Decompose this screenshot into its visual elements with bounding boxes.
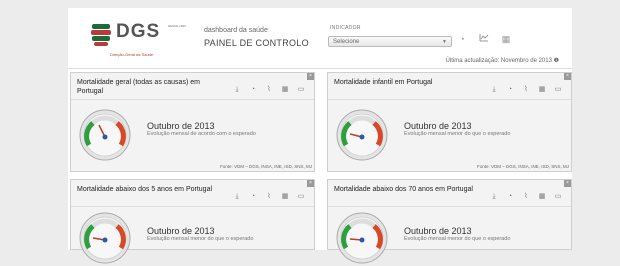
indicator-label: INDICADOR (330, 25, 361, 31)
comment-icon[interactable]: ▭ (552, 85, 564, 93)
divider (328, 206, 571, 207)
gauge-icon (334, 210, 390, 266)
divider (328, 99, 571, 100)
panel-mortalidade-geral: Mortalidade geral (todas as causas) em P… (70, 72, 315, 172)
panel-title: Mortalidade abaixo dos 5 anos em Portuga… (77, 186, 213, 193)
line-chart-icon[interactable]: ⌇ (520, 85, 532, 93)
panel-description: Evolução mensal menor do que o esperado (404, 236, 511, 242)
download-icon[interactable]: ⤓ (488, 86, 500, 94)
comment-icon[interactable]: ▭ (552, 192, 564, 200)
logo-since: DESDE 1899 (168, 24, 186, 28)
panel-toolbar: ⤓ ◔ ⌇ ▦ ▭ (231, 185, 311, 200)
info-icon[interactable]: ❶ (554, 58, 559, 64)
divider (71, 206, 314, 207)
line-chart-icon[interactable]: ⌇ (263, 85, 275, 93)
indicator-select[interactable]: Selecione ▼ (328, 36, 452, 47)
line-chart-icon[interactable]: ⌇ (520, 192, 532, 200)
dashboard-subtitle: dashboard da saúde (204, 27, 268, 34)
logo-subtitle: Direção-Geral da Saúde (110, 52, 154, 57)
close-icon[interactable]: × (564, 180, 571, 187)
panel-description: Evolução mensal menor do que o esperado (147, 236, 254, 242)
table-icon[interactable]: ▦ (279, 192, 291, 200)
panel-toolbar: ⤓ ◔ ⌇ ▦ ▭ (488, 78, 568, 93)
table-icon[interactable]: ▦ (500, 33, 512, 45)
logo-text: DGS (116, 21, 161, 42)
panel-month: Outubro de 2013 (147, 121, 215, 131)
chevron-down-icon: ▼ (442, 39, 447, 45)
gauge-icon (77, 210, 133, 266)
close-icon[interactable]: × (564, 73, 571, 80)
panel-month: Outubro de 2013 (404, 226, 472, 236)
close-icon[interactable]: × (307, 180, 314, 187)
panel-month: Outubro de 2013 (147, 226, 215, 236)
panel-source: Fonte: VDM – DGS, INSA, INE, ISD, SNS, M… (219, 164, 312, 169)
indicator-select-value: Selecione (333, 39, 360, 45)
panel-source: Fonte: VDM – DGS, INSA, INE, ISD, SNS, M… (476, 164, 569, 169)
clock-icon[interactable]: ◔ (247, 193, 259, 200)
download-icon[interactable]: ⤓ (231, 86, 243, 94)
panel-description: Evolução mensal menor do que o esperado (404, 131, 511, 137)
panel-month: Outubro de 2013 (404, 121, 472, 131)
clock-icon[interactable]: ◔ (504, 86, 516, 93)
download-icon[interactable]: ⤓ (231, 193, 243, 201)
panel-title: Mortalidade geral (todas as causas) em P… (77, 79, 200, 95)
line-chart-icon[interactable] (478, 33, 490, 45)
table-icon[interactable]: ▦ (279, 85, 291, 93)
header: DGS DESDE 1899 Direção-Geral da Saúde da… (68, 8, 572, 69)
gauge-icon (77, 107, 133, 163)
logo-emblem-icon (91, 24, 111, 46)
table-icon[interactable]: ▦ (536, 192, 548, 200)
line-chart-icon[interactable]: ⌇ (263, 192, 275, 200)
comment-icon[interactable]: ▭ (295, 192, 307, 200)
clock-icon[interactable]: ◔ (247, 86, 259, 93)
panel-mortalidade-70-anos: Mortalidade abaixo dos 70 anos em Portug… (327, 179, 572, 250)
panel-title: Mortalidade abaixo dos 70 anos em Portug… (334, 186, 473, 193)
gauge-icon (334, 107, 390, 163)
panel-toolbar: ⤓ ◔ ⌇ ▦ ▭ (231, 78, 311, 93)
panel-mortalidade-5-anos: Mortalidade abaixo dos 5 anos em Portuga… (70, 179, 315, 250)
close-icon[interactable]: × (307, 73, 314, 80)
last-update: Última actualização: Novembro de 2013 ❶ (445, 58, 559, 64)
table-icon[interactable]: ▦ (536, 85, 548, 93)
panel-description: Evolução mensal de acordo com o esperado (147, 131, 256, 137)
dgs-logo[interactable]: DGS DESDE 1899 Direção-Geral da Saúde (90, 21, 190, 57)
divider (71, 99, 314, 100)
panel-mortalidade-infantil: Mortalidade infantil em Portugal ⤓ ◔ ⌇ ▦ ▭ ×… (327, 72, 572, 172)
comment-icon[interactable]: ▭ (295, 85, 307, 93)
clock-icon[interactable]: ◔ (504, 193, 516, 200)
dashboard-title: PAINEL DE CONTROLO (204, 38, 309, 48)
download-icon[interactable]: ⤓ (488, 193, 500, 201)
panel-title: Mortalidade infantil em Portugal (334, 79, 433, 86)
clock-icon[interactable]: ◔ (456, 33, 468, 45)
panel-toolbar: ⤓ ◔ ⌇ ▦ ▭ (488, 185, 568, 200)
